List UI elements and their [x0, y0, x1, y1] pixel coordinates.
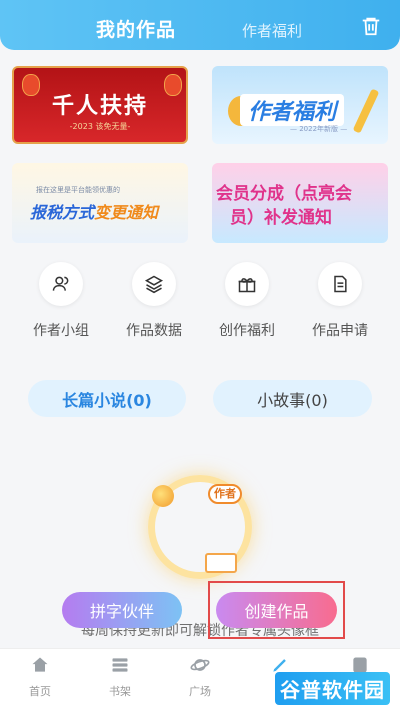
group-icon — [52, 276, 69, 291]
qa-label: 作品数据 — [126, 323, 182, 339]
banner-title-line2: 员）补发通知 — [230, 208, 332, 228]
banner-tax-change[interactable]: 报在这里是平台能领优惠的 报税方式变更通知 — [12, 163, 188, 243]
partner-button[interactable]: 拼字伙伴 — [62, 592, 182, 628]
banner-subtitle: — 2022年新版 — — [290, 125, 348, 133]
tabbar-item-bookshelf[interactable]: 书架 — [90, 655, 150, 699]
quick-action-work-data[interactable]: 作品数据 — [111, 262, 197, 342]
quick-action-work-application[interactable]: 作品申请 — [297, 262, 383, 342]
highlight-box — [208, 581, 345, 639]
banner-title-highlight: 变更通知 — [94, 203, 159, 222]
tab-author-benefits[interactable]: 作者福利 — [242, 20, 302, 41]
qa-icon-wrap — [39, 262, 83, 306]
watermark-logo: 谷普软件园 — [275, 672, 390, 705]
quick-action-author-group[interactable]: 作者小组 — [18, 262, 104, 342]
gift-icon — [238, 278, 256, 293]
tab-short-story[interactable]: 小故事(0) — [213, 380, 372, 417]
banner-title: 作者福利 — [240, 94, 345, 126]
qa-icon-wrap — [225, 262, 269, 306]
sparkle-ball-icon — [152, 485, 174, 507]
pencil-icon — [352, 88, 380, 134]
qa-icon-wrap — [318, 262, 362, 306]
top-header: 我的作品 作者福利 — [0, 0, 400, 50]
tab-my-works[interactable]: 我的作品 — [96, 15, 176, 42]
trash-icon[interactable] — [360, 15, 382, 37]
quick-action-creation-benefits[interactable]: 创作福利 — [204, 262, 290, 342]
qa-label: 作品申请 — [312, 323, 368, 339]
banner-title: 报税方式变更通知 — [30, 199, 158, 223]
book-icon — [205, 553, 237, 573]
banner-title: 千人扶持 — [51, 94, 148, 119]
banner-title-line1: 会员分成（点亮会 — [216, 184, 352, 204]
qa-label: 创作福利 — [219, 323, 275, 339]
qa-icon-wrap — [132, 262, 176, 306]
banner-member-share[interactable]: 会员分成（点亮会 员）补发通知 — [212, 163, 388, 243]
document-icon — [334, 275, 347, 293]
bookshelf-icon — [112, 658, 128, 672]
tabbar-item-home[interactable]: 首页 — [10, 655, 70, 699]
tabbar-label: 首页 — [29, 685, 51, 698]
banner-author-benefits[interactable]: 作者福利 — 2022年新版 — — [212, 66, 388, 144]
banner-small-text: 报在这里是平台能领优惠的 — [36, 186, 120, 194]
tabbar-label: 书架 — [109, 685, 131, 698]
author-badge: 作者 — [208, 484, 242, 504]
tabbar-item-square[interactable]: 广场 — [170, 655, 230, 699]
tabbar-label: 广场 — [189, 685, 211, 698]
banner-subtitle: -2023 该免无量- — [69, 122, 131, 131]
planet-icon — [190, 659, 210, 671]
tab-long-novel[interactable]: 长篇小说(0) — [28, 380, 186, 417]
banner-title-part: 报税方式 — [30, 203, 95, 222]
home-icon — [32, 657, 48, 672]
qa-label: 作者小组 — [33, 323, 89, 339]
banner-thousand-support[interactable]: 千人扶持 -2023 该免无量- — [12, 66, 188, 144]
layers-icon — [144, 275, 164, 294]
